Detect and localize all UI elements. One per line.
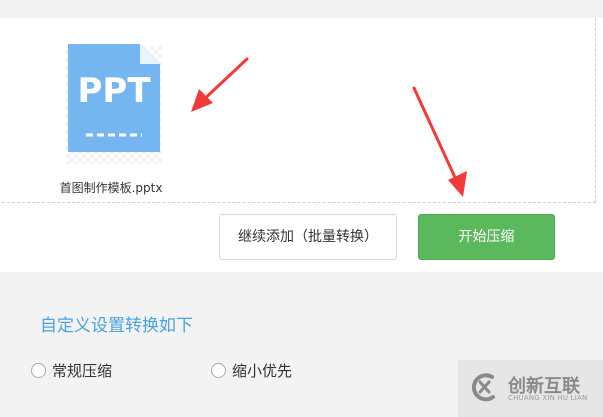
radio-button[interactable] bbox=[211, 362, 226, 378]
ppt-icon-label: PPT bbox=[77, 71, 151, 111]
watermark: 创新互联 CHUANG XIN HU LIAN bbox=[458, 360, 603, 417]
watermark-subtext: CHUANG XIN HU LIAN bbox=[508, 394, 588, 402]
compression-screen: PPT 首图制作模板.pptx 继续添加（批量转换） 开始压缩 自定义设置转换如… bbox=[0, 0, 603, 417]
upload-card: PPT 首图制作模板.pptx 继续添加（批量转换） 开始压缩 bbox=[0, 18, 603, 272]
file-thumbnail: PPT bbox=[56, 44, 166, 164]
radio-button[interactable] bbox=[31, 362, 46, 378]
shrink-priority-label: 缩小优先 bbox=[232, 361, 293, 380]
file-name: 首图制作模板.pptx bbox=[59, 181, 163, 195]
settings-title: 自定义设置转换如下 bbox=[40, 316, 193, 336]
drop-zone[interactable]: PPT 首图制作模板.pptx bbox=[0, 18, 596, 203]
regular-compress-option[interactable]: 常规压缩 bbox=[31, 359, 112, 381]
shrink-priority-option[interactable]: 缩小优先 bbox=[211, 359, 292, 381]
start-compress-button[interactable]: 开始压缩 bbox=[418, 214, 555, 260]
regular-compress-label: 常规压缩 bbox=[52, 361, 113, 380]
continue-add-button[interactable]: 继续添加（批量转换） bbox=[219, 214, 397, 260]
watermark-logo-icon bbox=[471, 373, 495, 402]
ppt-file-icon: PPT bbox=[68, 44, 160, 152]
